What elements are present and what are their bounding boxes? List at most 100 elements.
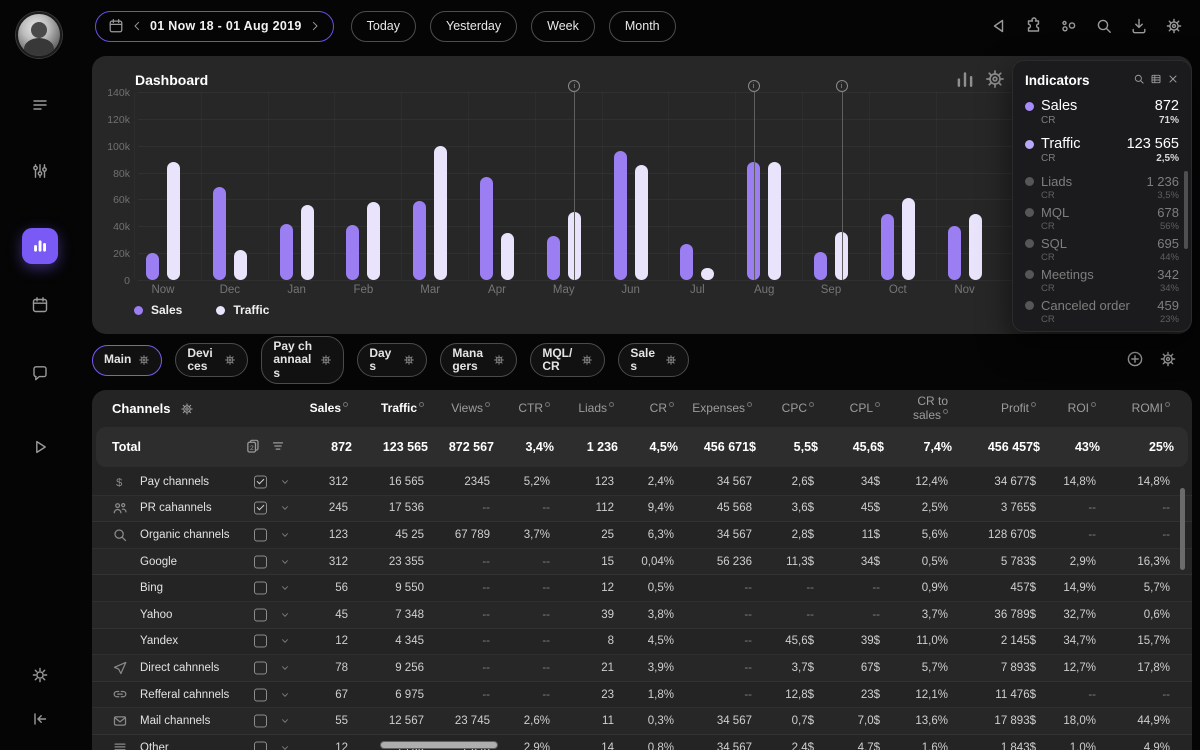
chevron-down-icon[interactable] — [280, 610, 290, 620]
filter-chip-main[interactable]: Main — [92, 345, 162, 376]
column-header-roi[interactable]: ROI — [1048, 402, 1108, 416]
bar-sales-oct[interactable] — [881, 214, 894, 280]
indicator-traffic[interactable]: Traffic123 565CR2,5% — [1025, 136, 1179, 164]
indicator-liads[interactable]: Liads1 236CR3,5% — [1025, 174, 1179, 201]
row-checkbox[interactable] — [254, 741, 267, 750]
vertical-scrollbar[interactable] — [1180, 488, 1185, 570]
marker-info-icon[interactable]: i — [748, 80, 760, 92]
indicator-sql[interactable]: SQL695CR44% — [1025, 236, 1179, 263]
chevron-down-icon[interactable] — [280, 477, 290, 487]
copy-count-icon[interactable]: 2 — [245, 438, 261, 457]
close-icon[interactable] — [1167, 73, 1179, 88]
filters-settings-button[interactable] — [1159, 350, 1177, 371]
table-row-google[interactable]: Google31223 355----150,04%56 23611,3$34$… — [92, 549, 1192, 576]
table-row-direct-cahnnels[interactable]: Direct cahnnels789 256----213,9%--3,7$67… — [92, 655, 1192, 682]
column-header-ctr[interactable]: CTR — [502, 402, 562, 416]
bar-traffic-mar[interactable] — [434, 146, 447, 280]
horizontal-scrollbar[interactable] — [380, 741, 498, 749]
row-checkbox[interactable] — [254, 582, 267, 595]
bar-sales-mar[interactable] — [413, 201, 426, 280]
bar-traffic-nov[interactable] — [969, 214, 982, 280]
bar-traffic-jan[interactable] — [301, 205, 314, 280]
bar-traffic-apr[interactable] — [501, 233, 514, 280]
range-button-today[interactable]: Today — [351, 11, 416, 42]
chevron-down-icon[interactable] — [280, 663, 290, 673]
chart-settings-icon[interactable] — [984, 68, 1006, 90]
column-header-views[interactable]: Views — [436, 402, 502, 416]
chevron-down-icon[interactable] — [280, 690, 290, 700]
sidebar-item-play[interactable] — [31, 438, 49, 461]
chevron-down-icon[interactable] — [280, 636, 290, 646]
range-button-yesterday[interactable]: Yesterday — [430, 11, 517, 42]
row-checkbox[interactable] — [254, 715, 267, 728]
sidebar-item-chat[interactable] — [31, 364, 49, 387]
filter-chip-sales[interactable]: Sales — [618, 343, 689, 378]
settings-icon[interactable] — [1161, 13, 1187, 39]
column-header-romi[interactable]: ROMI — [1108, 402, 1182, 416]
bar-sales-jun[interactable] — [614, 151, 627, 280]
bar-sales-now[interactable] — [146, 253, 159, 280]
bar-traffic-feb[interactable] — [367, 202, 380, 280]
filter-chip-devices[interactable]: Devices — [175, 343, 248, 378]
legend-item-sales[interactable]: Sales — [134, 303, 182, 317]
filter-chip-managers[interactable]: Managers — [440, 343, 517, 378]
share-icon[interactable] — [1056, 13, 1082, 39]
sort-icon[interactable] — [270, 438, 286, 457]
bar-traffic-now[interactable] — [167, 162, 180, 280]
chevron-right-icon[interactable] — [309, 20, 321, 32]
column-header-cpl[interactable]: CPL — [826, 402, 892, 416]
bar-sales-apr[interactable] — [480, 177, 493, 280]
indicator-meetings[interactable]: Meetings342CR34% — [1025, 267, 1179, 294]
sidebar-item-menu[interactable] — [31, 96, 49, 119]
bar-sales-feb[interactable] — [346, 225, 359, 280]
chevron-down-icon[interactable] — [280, 530, 290, 540]
bar-sales-sep[interactable] — [814, 252, 827, 280]
row-checkbox[interactable] — [254, 528, 267, 541]
bar-sales-nov[interactable] — [948, 226, 961, 280]
grid-icon[interactable] — [1150, 73, 1162, 88]
extensions-icon[interactable] — [1021, 13, 1047, 39]
settings-icon[interactable] — [224, 354, 236, 366]
table-row-organic-channels[interactable]: Organic channels12345 2567 7893,7%256,3%… — [92, 522, 1192, 549]
sidebar-item-equalizer[interactable] — [31, 162, 49, 185]
column-header-liads[interactable]: Liads — [562, 402, 626, 416]
sidebar-item-analytics[interactable] — [22, 228, 58, 264]
back-icon[interactable] — [986, 13, 1012, 39]
chevron-down-icon[interactable] — [280, 743, 290, 750]
settings-icon[interactable] — [665, 354, 677, 366]
marker-info-icon[interactable]: i — [836, 80, 848, 92]
bar-traffic-dec[interactable] — [234, 250, 247, 280]
sidebar-item-calendar[interactable] — [31, 296, 49, 319]
settings-icon[interactable] — [493, 354, 505, 366]
indicator-pending-order[interactable]: Pending order342CR — [1025, 329, 1179, 332]
table-row-yahoo[interactable]: Yahoo457 348----393,8%------3,7%36 789$3… — [92, 602, 1192, 629]
column-header-sales[interactable]: Sales — [304, 402, 360, 416]
total-row[interactable]: Total2872123 565872 5673,4%1 2364,5%456 … — [96, 427, 1188, 467]
settings-icon[interactable] — [581, 354, 593, 366]
column-header-cr[interactable]: CR — [626, 402, 686, 416]
date-range-picker[interactable]: 01 Now 18 - 01 Aug 2019 — [95, 11, 334, 42]
table-row-yandex[interactable]: Yandex124 345----84,5%--45,6$39$11,0%2 1… — [92, 629, 1192, 656]
chevron-down-icon[interactable] — [280, 716, 290, 726]
range-button-month[interactable]: Month — [609, 11, 676, 42]
table-row-bing[interactable]: Bing569 550----120,5%------0,9%457$14,9%… — [92, 575, 1192, 602]
row-checkbox[interactable] — [254, 635, 267, 648]
bar-traffic-oct[interactable] — [902, 198, 915, 280]
column-header-traffic[interactable]: Traffic — [360, 402, 436, 416]
filter-chip-days[interactable]: Days — [357, 343, 427, 378]
legend-item-traffic[interactable]: Traffic — [216, 303, 269, 317]
chevron-left-icon[interactable] — [131, 20, 143, 32]
table-row-pay-channels[interactable]: $Pay channels31216 56523455,2%1232,4%34 … — [92, 469, 1192, 496]
column-header-cr-to-sales[interactable]: CR to sales — [892, 395, 960, 423]
row-checkbox[interactable] — [254, 555, 267, 568]
bar-sales-dec[interactable] — [213, 187, 226, 280]
row-checkbox[interactable] — [254, 688, 267, 701]
indicator-mql[interactable]: MQL678CR56% — [1025, 205, 1179, 232]
chevron-down-icon[interactable] — [280, 583, 290, 593]
row-checkbox[interactable] — [254, 661, 267, 674]
add-filter-button[interactable] — [1126, 350, 1144, 371]
chevron-down-icon[interactable] — [280, 503, 290, 513]
column-header-expenses[interactable]: Expenses — [686, 402, 764, 416]
table-row-refferal-cahnnels[interactable]: Refferal cahnnels676 975----231,8%--12,8… — [92, 682, 1192, 709]
indicator-sales[interactable]: Sales872CR71% — [1025, 98, 1179, 126]
